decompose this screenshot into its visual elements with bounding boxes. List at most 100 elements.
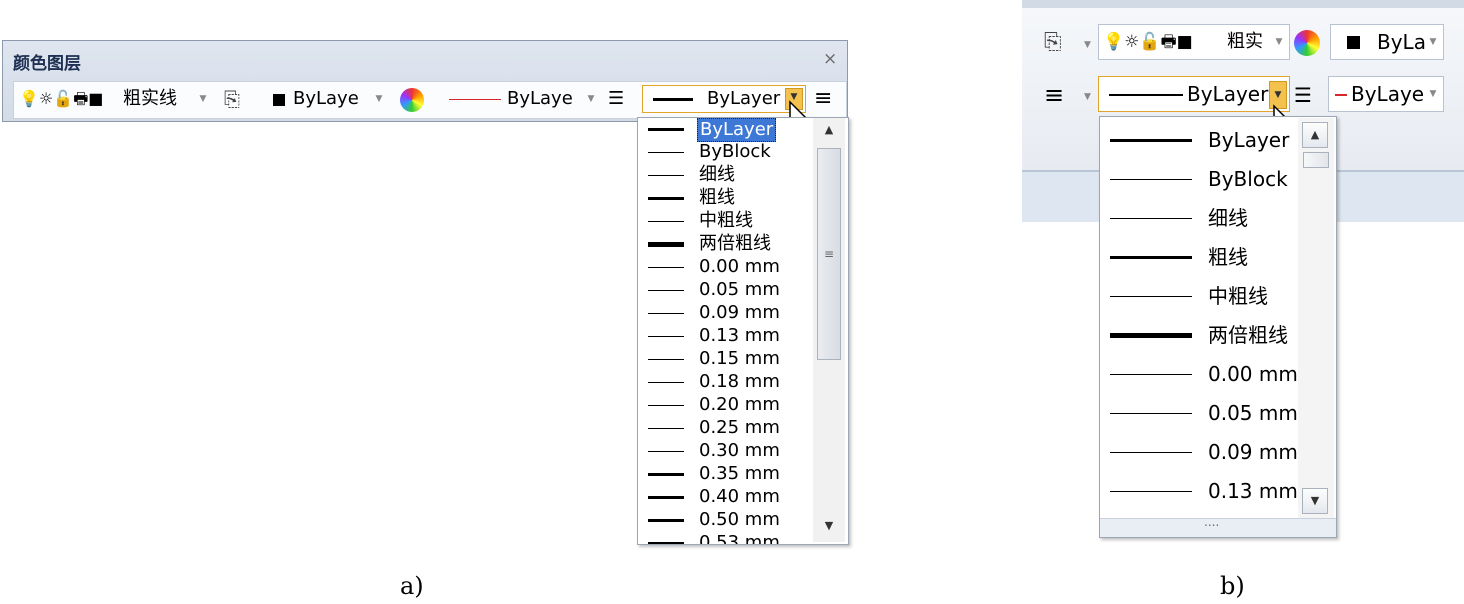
lineweight-swatch: [648, 267, 684, 268]
linetype-combo[interactable]: ByLaye ▼: [438, 86, 602, 112]
list-item[interactable]: 细线: [1100, 199, 1300, 238]
list-item[interactable]: 两倍粗线: [1100, 316, 1300, 355]
list-item[interactable]: 0.35 mm: [638, 463, 813, 486]
list-item[interactable]: 0.50 mm: [638, 509, 813, 532]
scrollbar[interactable]: ▲ ≡ ▼: [813, 118, 845, 542]
list-item[interactable]: 中粗线: [1100, 277, 1300, 316]
chevron-down-icon[interactable]: ▼: [371, 91, 387, 108]
lineweight-swatch: [1110, 139, 1192, 142]
scroll-thumb[interactable]: [1303, 152, 1329, 168]
list-item-label: 细线: [699, 164, 735, 185]
lineweight-swatch: [1110, 179, 1192, 180]
list-item[interactable]: 0.13 mm: [1100, 472, 1300, 511]
list-item[interactable]: ByLayer: [1100, 121, 1300, 160]
scrollbar[interactable]: ▲ ▼: [1298, 118, 1334, 518]
list-item[interactable]: 0.13 mm: [638, 325, 813, 348]
list-item-label: 0.09 mm: [699, 302, 780, 323]
layer-combo[interactable]: 💡☼🔓🖶■ 粗实 ▼: [1098, 24, 1290, 60]
chevron-down-icon[interactable]: ▼: [1271, 34, 1287, 51]
list-item[interactable]: ByBlock: [1100, 160, 1300, 199]
lineweight-swatch: [648, 336, 684, 337]
lineweight-swatch: [648, 128, 684, 131]
list-item[interactable]: 粗线: [1100, 238, 1300, 277]
list-item-label: 0.30 mm: [699, 440, 780, 461]
list-item-label: ByBlock: [1208, 167, 1288, 191]
layer-combo[interactable]: 💡☼🔓🖶■ 粗实线 ▼: [14, 86, 214, 112]
layer-name: 粗实: [1227, 31, 1263, 52]
list-item[interactable]: 0.40 mm: [638, 486, 813, 509]
color-combo[interactable]: ByLa ▼: [1330, 24, 1444, 60]
toolbar-title: 颜色图层: [13, 54, 81, 74]
lineweight-swatch: [1109, 94, 1183, 96]
linetype-combo[interactable]: ByLaye ▼: [1328, 76, 1444, 112]
list-item[interactable]: 0.20 mm: [638, 394, 813, 417]
scroll-thumb[interactable]: ≡: [817, 148, 841, 360]
chevron-down-icon[interactable]: ▼: [583, 91, 599, 108]
linetype-combo-text: ByLaye: [1351, 82, 1425, 106]
toolbar-window: 颜色图层 × 💡☼🔓🖶■ 粗实线 ▼ ⎘ ByLaye ▼ ByLaye ▼ ☰…: [2, 40, 848, 122]
layer-state-icons: 💡☼🔓🖶■: [19, 89, 104, 108]
chevron-down-icon[interactable]: ▼: [1425, 86, 1441, 103]
list-item[interactable]: 0.00 mm: [638, 256, 813, 279]
layer-state-icons: 💡☼🔓🖶■: [1103, 32, 1193, 52]
lineweight-swatch: [648, 428, 684, 429]
list-item-label: 0.35 mm: [699, 463, 780, 484]
lineweight-combo[interactable]: ByLayer ▼: [1098, 76, 1290, 112]
list-item-label: 粗线: [1208, 245, 1248, 269]
chevron-down-icon[interactable]: ▼: [1084, 92, 1091, 102]
lineweight-swatch: [648, 290, 684, 291]
color-combo-text: ByLa: [1377, 30, 1426, 54]
list-item[interactable]: 0.25 mm: [638, 417, 813, 440]
chevron-down-icon[interactable]: ▼: [195, 91, 211, 108]
color-layer-toolbar-a: 颜色图层 × 💡☼🔓🖶■ 粗实线 ▼ ⎘ ByLaye ▼ ByLaye ▼ ☰…: [0, 40, 848, 122]
list-item[interactable]: 0.00 mm: [1100, 355, 1300, 394]
linetype-manager-icon[interactable]: ☰: [608, 88, 624, 110]
list-item[interactable]: 0.09 mm: [638, 302, 813, 325]
ribbon-top-edge: [1022, 0, 1464, 8]
lineweight-swatch: [648, 175, 684, 176]
chevron-down-icon[interactable]: ▼: [1084, 40, 1091, 50]
list-item[interactable]: 0.15 mm: [638, 348, 813, 371]
list-item[interactable]: 0.09 mm: [1100, 433, 1300, 472]
scroll-up-icon[interactable]: ▲: [1302, 122, 1328, 148]
scroll-up-icon[interactable]: ▲: [816, 118, 842, 142]
linetype-combo-text: ByLaye: [507, 88, 573, 109]
list-item[interactable]: 中粗线: [638, 210, 813, 233]
list-item[interactable]: 细线: [638, 164, 813, 187]
color-wheel-icon[interactable]: [400, 88, 424, 112]
lineweight-swatch: [648, 542, 684, 544]
list-item[interactable]: 0.53 mm: [638, 532, 813, 544]
list-item[interactable]: 两倍粗线: [638, 233, 813, 256]
color-combo[interactable]: ByLaye ▼: [262, 86, 390, 112]
color-wheel-icon[interactable]: [1294, 30, 1320, 56]
lineweight-combo-text: ByLayer: [1187, 82, 1269, 106]
list-item[interactable]: 0.05 mm: [638, 279, 813, 302]
lineweight-swatch: [653, 98, 693, 101]
chevron-down-icon[interactable]: ▼: [1425, 34, 1441, 51]
lineweight-swatch: [648, 152, 684, 153]
list-item[interactable]: 0.30 mm: [638, 440, 813, 463]
lineweight-settings-icon[interactable]: ≡: [814, 88, 832, 110]
linetype-manager-icon[interactable]: ☰: [1294, 84, 1312, 106]
resize-grip[interactable]: ....: [1100, 515, 1336, 537]
lineweight-combo-text: ByLayer: [707, 88, 781, 109]
list-item[interactable]: 0.05 mm: [1100, 394, 1300, 433]
scroll-down-icon[interactable]: ▼: [1302, 488, 1328, 514]
lineweight-combo[interactable]: ByLayer ▼: [642, 85, 806, 113]
list-item-label: 0.50 mm: [699, 509, 780, 530]
layer-manager-icon[interactable]: ⎘: [1044, 32, 1062, 54]
lineweight-swatch: [648, 473, 684, 476]
lineweight-settings-icon[interactable]: ≡: [1044, 83, 1064, 107]
list-item[interactable]: ByLayer: [638, 118, 813, 142]
scroll-down-icon[interactable]: ▼: [816, 514, 842, 538]
list-item-label: 细线: [1208, 206, 1248, 230]
lineweight-swatch: [1110, 413, 1192, 414]
lineweight-swatch: [1110, 218, 1192, 219]
list-item[interactable]: 0.18 mm: [638, 371, 813, 394]
list-item[interactable]: 粗线: [638, 187, 813, 210]
lineweight-swatch: [648, 382, 684, 383]
close-icon[interactable]: ×: [823, 49, 837, 69]
layer-manager-icon[interactable]: ⎘: [224, 88, 240, 110]
color-swatch: [1347, 36, 1360, 49]
list-item[interactable]: ByBlock: [638, 141, 813, 164]
